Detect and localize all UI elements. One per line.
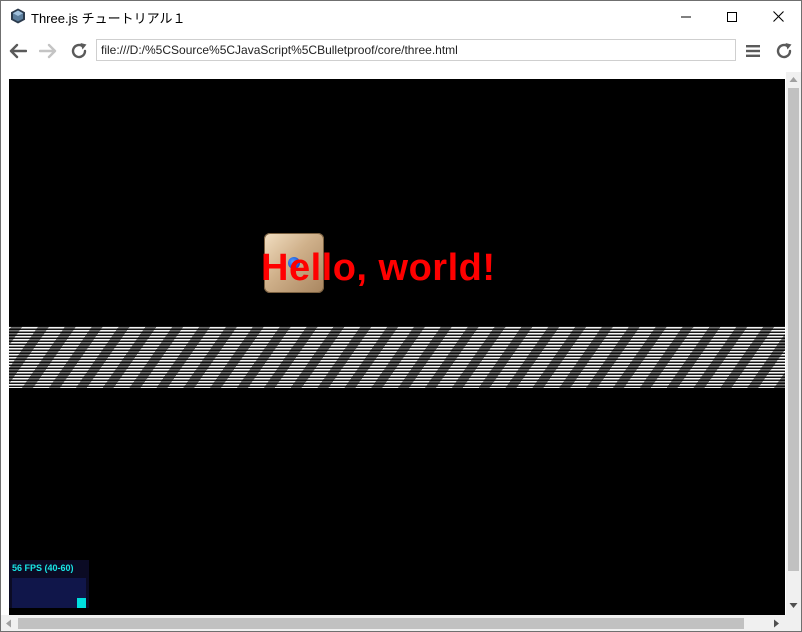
back-button[interactable] <box>7 40 29 62</box>
back-arrow-icon <box>9 43 27 59</box>
address-bar[interactable] <box>96 39 736 61</box>
fps-readout: 56 FPS (40-60) <box>12 563 74 573</box>
horizontal-scroll-thumb[interactable] <box>18 618 744 629</box>
fps-graph <box>12 578 86 608</box>
scroll-left-arrow-icon[interactable] <box>5 619 12 628</box>
hello-world-text: Hello, world! <box>261 247 496 289</box>
title-bar: Three.js チュートリアル１ <box>1 1 801 32</box>
scroll-up-arrow-icon[interactable] <box>789 76 798 83</box>
webgl-canvas[interactable]: Hello, world! 56 FPS (40-60) <box>9 79 785 615</box>
scroll-right-arrow-icon[interactable] <box>773 619 780 628</box>
vertical-scroll-thumb[interactable] <box>788 88 799 571</box>
threejs-app-icon <box>10 8 26 24</box>
minimize-icon <box>681 16 691 17</box>
vertical-scrollbar[interactable] <box>786 72 801 615</box>
window-title: Three.js チュートリアル１ <box>31 11 186 26</box>
reload-icon <box>776 43 792 59</box>
reload-icon <box>71 43 87 59</box>
scrollbar-corner <box>786 615 801 631</box>
striped-ground-plane <box>9 326 785 388</box>
horizontal-scrollbar[interactable] <box>1 615 786 631</box>
forward-button[interactable] <box>37 40 59 62</box>
forward-arrow-icon <box>39 43 57 59</box>
reload-side-button[interactable] <box>773 40 795 62</box>
minimize-button[interactable] <box>663 1 709 32</box>
maximize-icon <box>727 11 737 22</box>
navigation-bar <box>1 32 801 72</box>
maximize-button[interactable] <box>709 1 755 32</box>
close-button[interactable] <box>755 1 801 32</box>
hamburger-menu-icon <box>746 45 760 57</box>
scroll-down-arrow-icon[interactable] <box>789 602 798 609</box>
fps-graph-bar <box>77 598 86 608</box>
reload-button[interactable] <box>68 40 90 62</box>
fps-stats-panel[interactable]: 56 FPS (40-60) <box>9 560 89 608</box>
browser-window: Three.js チュートリアル１ file:///D:/%5CSource%5… <box>0 0 802 632</box>
menu-button[interactable] <box>742 40 764 62</box>
close-icon <box>772 11 784 22</box>
